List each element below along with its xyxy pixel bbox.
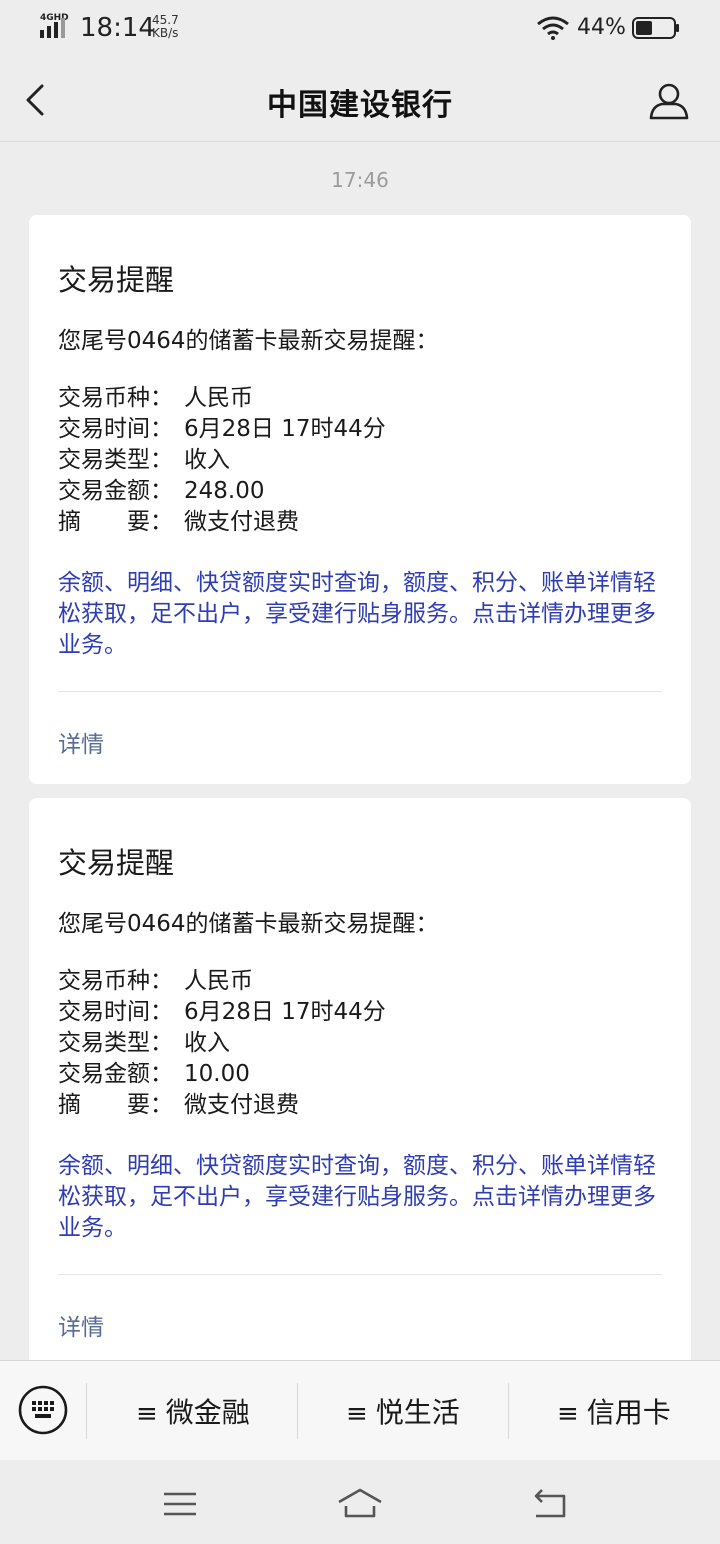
card-title: 交易提醒 — [58, 846, 175, 880]
menu-item-label: 信用卡 — [586, 1396, 671, 1429]
field-amount: 交易金额： 248.00 — [58, 478, 265, 504]
battery-icon — [632, 17, 679, 39]
page-title: 中国建设银行 — [267, 88, 453, 123]
field-currency: 交易币种： 人民币 — [58, 968, 253, 994]
menu-list-icon: ≡ — [557, 1399, 579, 1429]
menu-item-label: 微金融 — [165, 1396, 250, 1429]
message-card[interactable]: 交易提醒 您尾号0464的储蓄卡最新交易提醒： 交易币种： 人民币 交易时间： … — [29, 798, 691, 1398]
field-amount: 交易金额： 10.00 — [58, 1061, 250, 1087]
wifi-icon — [537, 16, 569, 40]
menu-item-credit-card[interactable]: ≡ 信用卡 — [557, 1391, 671, 1431]
status-time: 18:14 — [80, 13, 155, 43]
divider — [58, 1274, 662, 1275]
field-currency: 交易币种： 人民币 — [58, 385, 253, 411]
divider — [58, 691, 662, 692]
details-link[interactable]: 详情 — [58, 1308, 104, 1342]
details-link[interactable]: 详情 — [58, 725, 104, 759]
promo-link[interactable]: 余额、明细、快贷额度实时查询，额度、积分、账单详情轻松获取，足不出户，享受建行贴… — [58, 568, 662, 661]
battery-percent: 44% — [577, 15, 626, 40]
menu-item-yue-shenghuo[interactable]: ≡ 悦生活 — [346, 1391, 460, 1431]
promo-link[interactable]: 余额、明细、快贷额度实时查询，额度、积分、账单详情轻松获取，足不出户，享受建行贴… — [58, 1151, 662, 1244]
transaction-fields: 交易币种： 人民币 交易时间： 6月28日 17时44分 交易类型： 收入 交易… — [58, 383, 386, 538]
card-intro: 您尾号0464的储蓄卡最新交易提醒： — [58, 911, 439, 937]
transaction-fields: 交易币种： 人民币 交易时间： 6月28日 17时44分 交易类型： 收入 交易… — [58, 966, 386, 1121]
field-summary: 摘 要： 微支付退费 — [58, 509, 299, 535]
card-intro: 您尾号0464的储蓄卡最新交易提醒： — [58, 328, 439, 354]
network-speed: 45.7 KB/s — [152, 14, 179, 40]
menu-icon[interactable] — [160, 1486, 200, 1522]
card-title: 交易提醒 — [58, 263, 175, 297]
message-card[interactable]: 交易提醒 您尾号0464的储蓄卡最新交易提醒： 交易币种： 人民币 交易时间： … — [29, 215, 691, 784]
menu-item-wei-jinrong[interactable]: ≡ 微金融 — [136, 1391, 250, 1431]
system-nav-bar — [0, 1460, 720, 1544]
back-icon[interactable] — [530, 1486, 570, 1522]
menu-list-icon: ≡ — [346, 1399, 368, 1429]
menu-item-label: 悦生活 — [375, 1396, 460, 1429]
field-type: 交易类型： 收入 — [58, 447, 230, 473]
field-time: 交易时间： 6月28日 17时44分 — [58, 416, 386, 442]
status-bar: 4GHD 18:14 45.7 KB/s 44% — [0, 0, 720, 58]
signal-icon: 4GHD — [38, 13, 70, 40]
message-timestamp: 17:46 — [331, 168, 389, 192]
home-icon[interactable] — [336, 1486, 384, 1522]
keyboard-icon[interactable] — [18, 1385, 68, 1435]
menu-list-icon: ≡ — [136, 1399, 158, 1429]
user-icon[interactable] — [648, 80, 690, 122]
menu-separator — [508, 1383, 509, 1439]
field-type: 交易类型： 收入 — [58, 1030, 230, 1056]
menu-separator — [297, 1383, 298, 1439]
bottom-menu-bar: ≡ 微金融 ≡ 悦生活 ≡ 信用卡 — [0, 1360, 720, 1460]
field-summary: 摘 要： 微支付退费 — [58, 1092, 299, 1118]
menu-separator — [86, 1383, 87, 1439]
nav-bar: 中国建设银行 — [0, 58, 720, 142]
field-time: 交易时间： 6月28日 17时44分 — [58, 999, 386, 1025]
network-speed-unit: KB/s — [152, 26, 179, 40]
